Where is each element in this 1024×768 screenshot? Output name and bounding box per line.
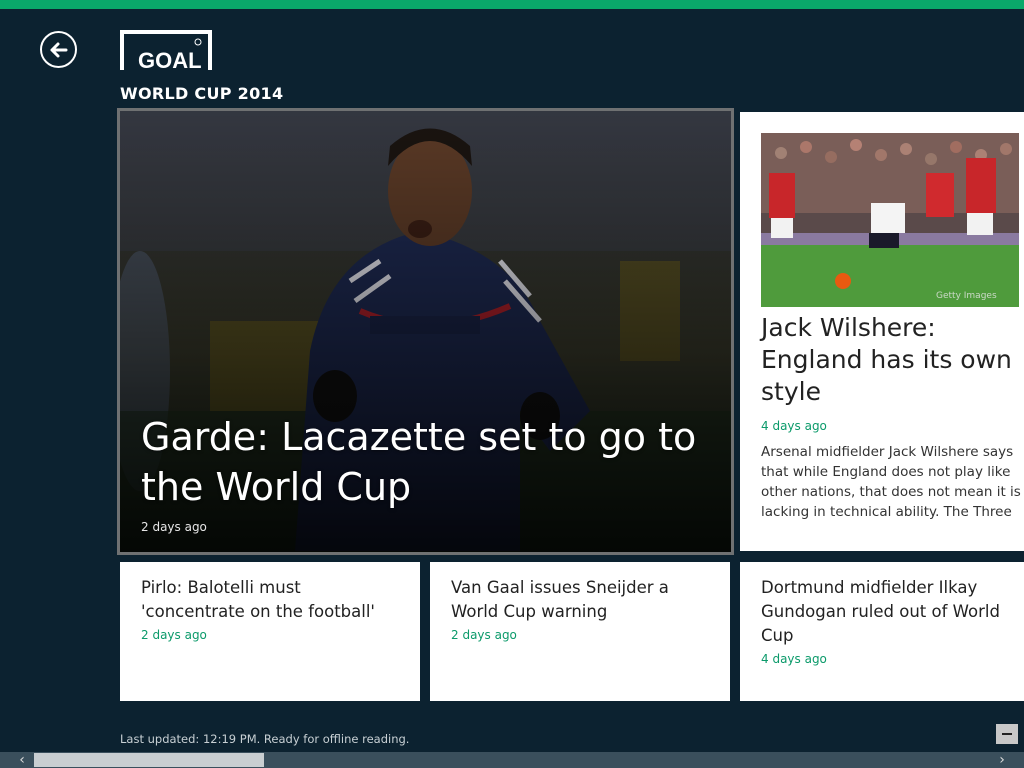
hero-article-tile[interactable]: Garde: Lacazette set to go to the World … [117,108,734,555]
goal-logo: GOAL [120,30,212,73]
status-text: Last updated: 12:19 PM. Ready for offlin… [120,732,410,746]
article-tile[interactable]: Dortmund midfielder Ilkay Gundogan ruled… [740,562,1024,701]
feature-photo: Getty Images [761,133,1019,307]
article-time: 2 days ago [141,628,207,642]
back-button[interactable] [40,31,77,68]
zoom-out-button[interactable] [996,724,1018,744]
feature-article-time: 4 days ago [761,419,827,433]
article-time: 4 days ago [761,652,827,666]
article-time: 2 days ago [451,628,517,642]
article-title: Van Gaal issues Sneijder a World Cup war… [451,578,669,621]
section-title: WORLD CUP 2014 [120,84,284,103]
article-tile[interactable]: Van Gaal issues Sneijder a World Cup war… [430,562,730,701]
article-title: Pirlo: Balotelli must 'concentrate on th… [141,578,375,621]
minus-icon [1002,733,1012,735]
article-tile[interactable]: Pirlo: Balotelli must 'concentrate on th… [120,562,420,701]
horizontal-scrollbar[interactable]: ‹ › [0,752,1024,768]
chevron-right-icon[interactable]: › [994,752,1010,768]
feature-article-summary: Arsenal midfielder Jack Wilshere says th… [761,444,1021,520]
feature-article-title: Jack Wilshere: England has its own style [761,313,1012,406]
top-accent-bar [0,0,1024,9]
hero-article-title: Garde: Lacazette set to go to the World … [141,415,697,509]
back-arrow-icon [50,42,67,57]
feature-article-tile[interactable]: Getty Images Jack Wilshere: England has … [740,112,1024,551]
hero-article-time: 2 days ago [141,520,207,534]
logo-text: GOAL [138,48,202,70]
chevron-left-icon[interactable]: ‹ [14,752,30,768]
scrollbar-thumb[interactable] [34,753,264,767]
article-title: Dortmund midfielder Ilkay Gundogan ruled… [761,578,1000,645]
photo-credit: Getty Images [936,291,997,301]
